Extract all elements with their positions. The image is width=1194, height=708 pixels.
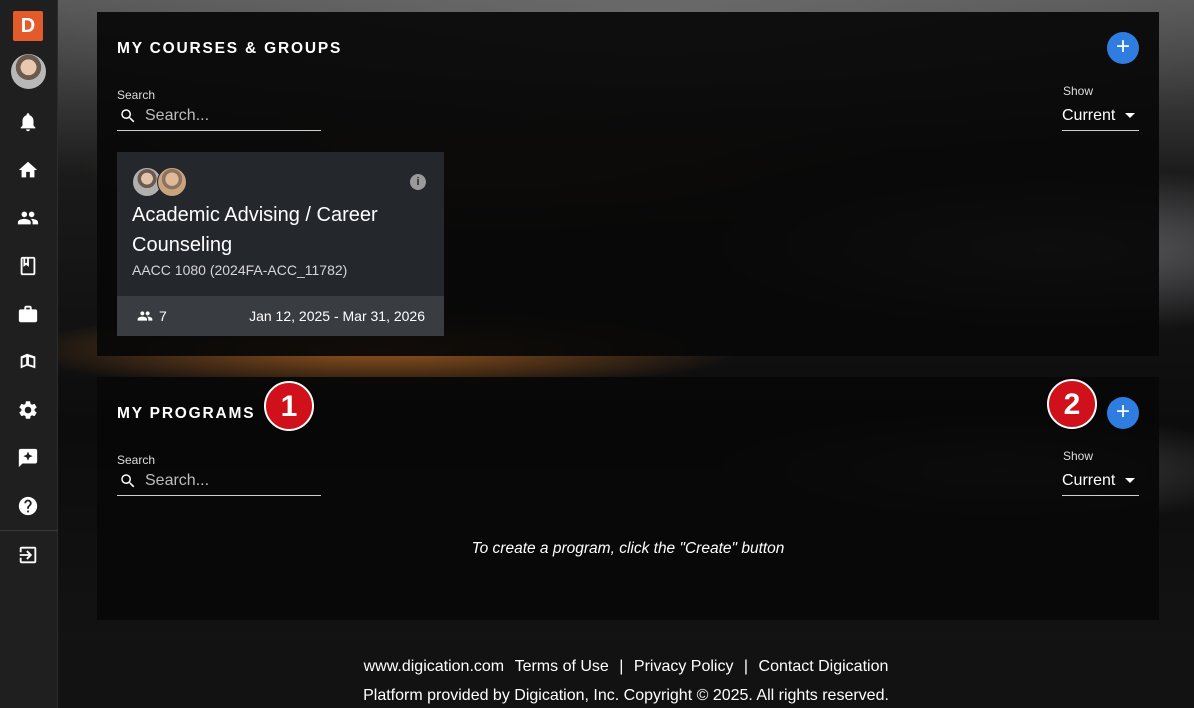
help-icon[interactable]: [14, 492, 42, 520]
feedback-icon[interactable]: [14, 444, 42, 472]
courses-panel: MY COURSES & GROUPS + Search Show Curren…: [97, 12, 1159, 356]
programs-search-input[interactable]: [145, 471, 315, 490]
people-icon[interactable]: [14, 204, 42, 232]
course-card-footer: 7 Jan 12, 2025 - Mar 31, 2026: [117, 296, 444, 336]
member-count: 7: [159, 308, 167, 324]
page-footer: www.digication.com Terms of Use | Privac…: [58, 640, 1194, 708]
footer-separator: |: [743, 658, 749, 675]
search-icon: [121, 473, 135, 487]
programs-search-label: Search: [117, 453, 156, 467]
member-avatar: [157, 167, 187, 197]
footer-separator: |: [619, 658, 624, 675]
add-course-button[interactable]: +: [1107, 32, 1139, 64]
annotation-marker-1: 1: [264, 381, 314, 431]
courses-title: MY COURSES & GROUPS: [117, 40, 343, 57]
footer-links: www.digication.com Terms of Use | Privac…: [58, 658, 1194, 676]
sidebar: D: [0, 0, 58, 708]
people-icon: [137, 311, 153, 321]
course-card[interactable]: i Academic Advising / Career Counseling …: [117, 152, 444, 336]
programs-search-field[interactable]: [117, 466, 321, 496]
gear-icon[interactable]: [14, 396, 42, 424]
user-avatar[interactable]: [11, 54, 46, 89]
courses-search-label: Search: [117, 88, 156, 102]
caret-down-icon: [1125, 113, 1135, 118]
footer-link-site[interactable]: www.digication.com: [364, 658, 505, 675]
courses-show-select[interactable]: Current: [1062, 101, 1139, 131]
footer-link-privacy[interactable]: Privacy Policy: [634, 658, 734, 675]
footer-copyright: Platform provided by Digication, Inc. Co…: [363, 687, 889, 704]
courses-show-label: Show: [1062, 84, 1093, 98]
info-icon[interactable]: i: [410, 174, 426, 190]
programs-empty-message: To create a program, click the "Create" …: [471, 540, 785, 557]
courses-search-input[interactable]: [145, 106, 315, 125]
logout-icon[interactable]: [14, 541, 42, 569]
home-icon[interactable]: [14, 156, 42, 184]
programs-title: MY PROGRAMS: [117, 405, 256, 422]
course-title[interactable]: Academic Advising / Career Counseling: [132, 200, 422, 260]
bell-icon[interactable]: [14, 108, 42, 136]
caret-down-icon: [1125, 478, 1135, 483]
programs-show-label: Show: [1062, 449, 1093, 463]
digication-logo[interactable]: D: [13, 11, 43, 41]
programs-show-value: Current: [1062, 471, 1116, 489]
add-program-button[interactable]: +: [1107, 397, 1139, 429]
search-icon: [121, 108, 135, 122]
card-avatars: [132, 167, 192, 197]
courses-show-value: Current: [1062, 106, 1116, 124]
courses-search-field[interactable]: [117, 101, 321, 131]
footer-link-contact[interactable]: Contact Digication: [759, 658, 889, 675]
books-icon[interactable]: [14, 348, 42, 376]
programs-panel: MY PROGRAMS + Search Show Current To cre…: [97, 377, 1159, 620]
footer-link-terms[interactable]: Terms of Use: [515, 658, 609, 675]
book-icon[interactable]: [14, 252, 42, 280]
sidebar-divider: [0, 530, 58, 531]
course-code: AACC 1080 (2024FA-ACC_11782): [132, 262, 348, 278]
course-date-range: Jan 12, 2025 - Mar 31, 2026: [249, 308, 425, 324]
annotation-marker-2: 2: [1047, 379, 1097, 429]
briefcase-icon[interactable]: [14, 300, 42, 328]
programs-show-select[interactable]: Current: [1062, 466, 1139, 496]
